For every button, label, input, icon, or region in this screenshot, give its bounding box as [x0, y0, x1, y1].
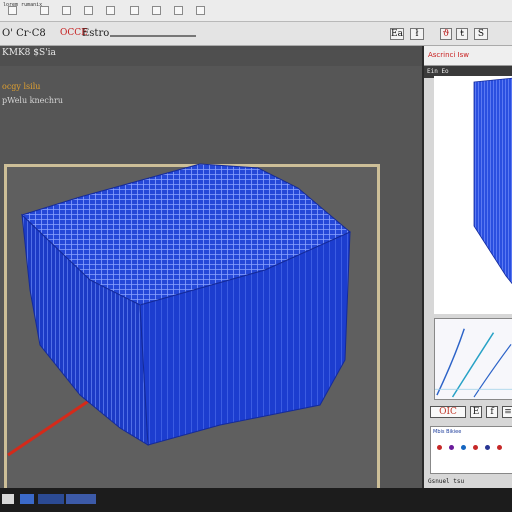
toolbar-button-1[interactable]: Ea [390, 28, 404, 40]
properties-tabs[interactable]: Mbis Bikiee [433, 429, 461, 435]
red-dot-icon[interactable] [437, 445, 442, 450]
right-panel-title: Ascrinci Isw [428, 51, 469, 59]
start-icon[interactable] [2, 494, 14, 504]
right-panel: Ascrinci Isw Ein Eo OIC E f ≡ Mbis Bikie… [422, 46, 512, 488]
mesh-scene[interactable] [0, 46, 422, 488]
navy-dot-icon[interactable] [485, 445, 490, 450]
cut-icon[interactable] [130, 6, 139, 15]
right-panel-subtitle: Ein Eo [427, 68, 449, 75]
right-panel-status: Gsnuel tsu [428, 478, 465, 485]
red-dot-icon-3[interactable] [497, 445, 502, 450]
toolbar-label-right: Estro [82, 28, 110, 39]
paste-icon[interactable] [174, 6, 183, 15]
taskbar-app-icon-2[interactable] [38, 494, 64, 504]
taskbar [0, 488, 512, 512]
taskbar-app-icon-3[interactable] [66, 494, 96, 504]
right-panel-header: Ascrinci Isw [424, 46, 512, 66]
toolbar: O' Cr·C8 OCCE Estro Ea ł ϑ ŧ S [0, 22, 512, 46]
save-icon[interactable] [62, 6, 71, 15]
toolbar-button-5[interactable]: S [474, 28, 488, 40]
preview-mesh [473, 77, 512, 285]
red-dot-icon-2[interactable] [473, 445, 478, 450]
redo-icon[interactable] [106, 6, 115, 15]
copy-icon[interactable] [152, 6, 161, 15]
undo-icon[interactable] [84, 6, 93, 15]
properties-box[interactable]: Mbis Bikiee [430, 426, 512, 474]
3d-viewport[interactable]: KMK8 $S'ia ocgy lsilu pWelu knechru [0, 46, 422, 512]
purple-dot-icon[interactable] [449, 445, 454, 450]
file-icon[interactable] [8, 6, 17, 15]
panel-button-menu[interactable]: ≡ [502, 406, 512, 418]
blue-dot-icon[interactable] [461, 445, 466, 450]
toolbar-button-4[interactable]: ŧ [456, 28, 468, 40]
preview-view[interactable] [434, 76, 512, 314]
menubar: lorem rumanix [0, 0, 512, 22]
panel-button-e[interactable]: E [470, 406, 482, 418]
panel-button-f[interactable]: f [486, 406, 498, 418]
toolbar-slider[interactable] [110, 35, 196, 37]
settings-icon[interactable] [196, 6, 205, 15]
toolbar-button-3[interactable]: ϑ [440, 28, 452, 40]
toolbar-label-left: O' Cr·C8 [2, 28, 46, 39]
panel-button-oic[interactable]: OIC [430, 406, 466, 418]
taskbar-app-icon-1[interactable] [20, 494, 34, 504]
open-icon[interactable] [40, 6, 49, 15]
toolbar-button-2[interactable]: ł [410, 28, 424, 40]
curve-graph[interactable] [434, 318, 512, 400]
panel-button-row: OIC E f ≡ [430, 404, 512, 422]
